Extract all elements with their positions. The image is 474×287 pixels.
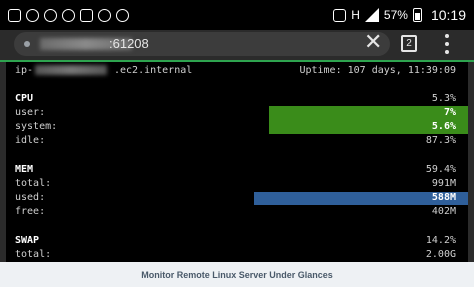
address-bar[interactable]: :61208 [14,32,390,56]
site-info-icon[interactable] [24,41,30,47]
overflow-menu-icon[interactable] [443,34,451,54]
battery-percent: 57% [383,8,408,22]
cpu-user-bar [269,106,468,120]
mem-total-value: 991M [431,178,456,189]
mem-used-label: used: [15,192,46,203]
gallery-icon [8,8,21,22]
mem-used-value: 588M [431,192,456,203]
glances-terminal: ip- .ec2.internal Uptime: 107 days, 11:3… [6,62,468,262]
network-type: H [351,8,360,22]
close-icon[interactable]: ✕ [364,32,382,54]
cpu-user-label: user: [15,107,46,118]
system-icons: H 57% 10:19 [333,7,466,23]
tab-switcher-button[interactable]: 2 [401,35,417,52]
uptime: Uptime: 107 days, 11:39:09 [299,65,456,76]
gift-icon [80,8,93,22]
cpu-idle-value: 87.3% [425,135,456,146]
alarm-icon [62,8,75,22]
signal-icon [364,8,379,22]
swap-total-value: 2.00G [425,249,456,260]
cpu-system-label: system: [15,121,58,132]
app-icon [98,8,111,22]
mem-free-value: 402M [431,206,456,217]
status-bar: H 57% 10:19 [0,0,474,30]
vibrate-icon [333,8,347,22]
cpu-system-value: 5.6% [431,121,456,132]
sync-icon [26,8,39,22]
url-text[interactable]: :61208 [109,36,149,51]
cpu-total: 5.3% [431,93,456,104]
hotspot-icon [116,8,129,22]
swap-total-percent: 14.2% [425,235,456,246]
whatsapp-icon [44,8,57,22]
notification-icons [8,8,129,22]
cpu-user-value: 7% [443,107,456,118]
battery-icon [412,8,422,22]
mem-total-percent: 59.4% [425,164,456,175]
image-caption: Monitor Remote Linux Server Under Glance… [0,262,474,287]
clock: 10:19 [430,7,466,23]
